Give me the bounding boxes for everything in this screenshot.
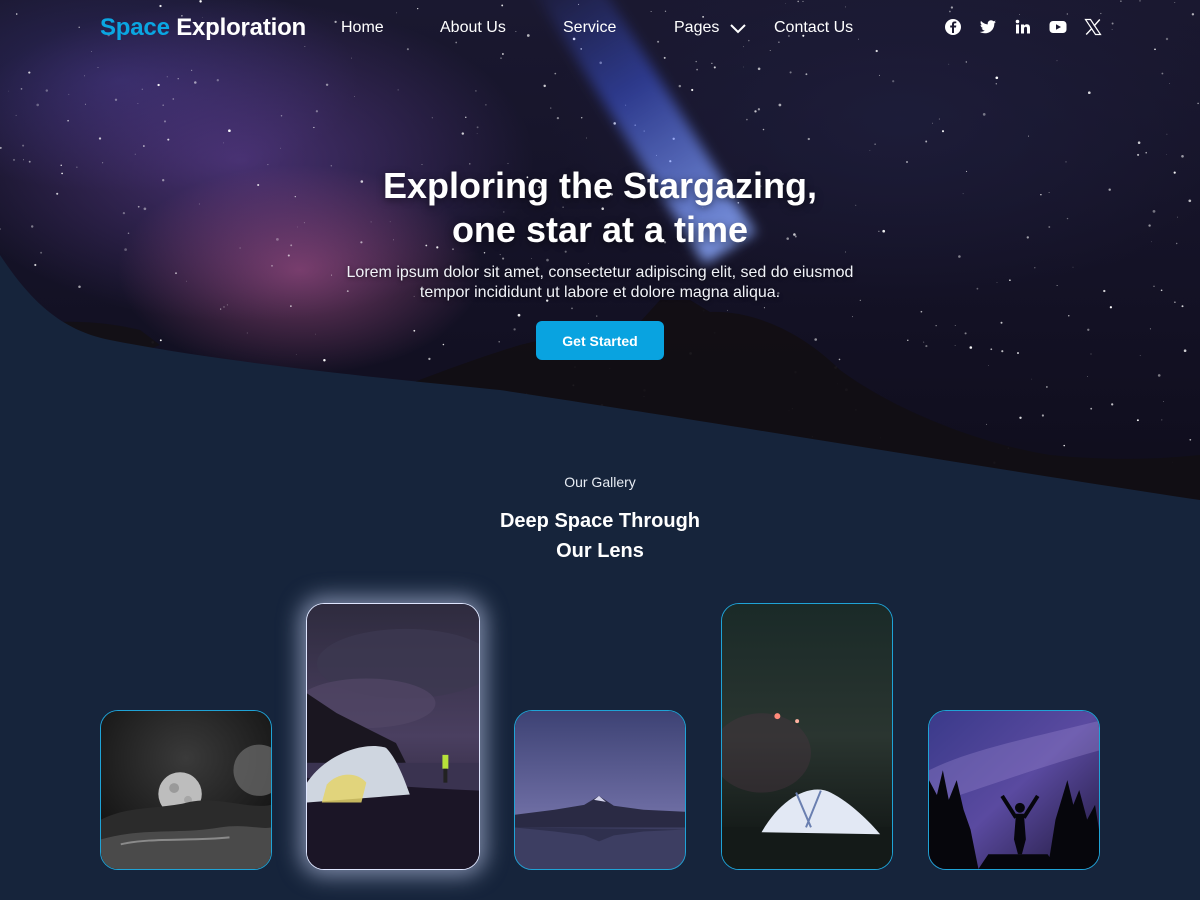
- gallery-card-tent-by-lake[interactable]: [306, 603, 480, 870]
- facebook-icon[interactable]: [944, 18, 962, 36]
- hero-title: Exploring the Stargazing, one star at a …: [300, 164, 900, 252]
- tent-by-lake-photo: [307, 604, 479, 869]
- nav-link-service[interactable]: Service: [563, 19, 616, 37]
- person-under-milky-way-photo: [929, 711, 1099, 869]
- gallery-title-line-1: Deep Space Through: [499, 510, 701, 532]
- gallery-card-moon-landscape[interactable]: [100, 710, 272, 870]
- nav-link-contact-us[interactable]: Contact Us: [774, 19, 853, 37]
- site-logo[interactable]: Space Exploration: [100, 14, 306, 42]
- gallery-eyebrow: Our Gallery: [564, 474, 636, 490]
- twitter-icon[interactable]: [979, 18, 997, 36]
- gallery-title: Deep Space Through Our Lens: [450, 506, 750, 566]
- gallery-card-person-under-milky-way[interactable]: [928, 710, 1100, 870]
- hero-subtitle: Lorem ipsum dolor sit amet, consectetur …: [300, 263, 900, 303]
- hero-title-line-2: one star at a time: [451, 209, 749, 250]
- mountain-lake-dusk-photo: [515, 711, 685, 869]
- x-icon[interactable]: [1084, 18, 1102, 36]
- youtube-icon[interactable]: [1049, 18, 1067, 36]
- nav-link-pages[interactable]: Pages: [674, 19, 719, 37]
- linkedin-icon[interactable]: [1014, 18, 1032, 36]
- chevron-down-icon[interactable]: [729, 22, 747, 36]
- get-started-button[interactable]: Get Started: [536, 321, 664, 360]
- hero-subtitle-line-1: Lorem ipsum dolor sit amet, consectetur …: [346, 264, 854, 281]
- logo-accent-text: Space: [100, 14, 170, 41]
- top-navigation: Space Exploration Home About Us Service …: [0, 0, 1200, 56]
- moon-landscape-photo: [101, 711, 271, 869]
- nav-link-about-us[interactable]: About Us: [440, 19, 506, 37]
- gallery-card-mountain-lake[interactable]: [514, 710, 686, 870]
- gallery-card-tent-under-stars[interactable]: [721, 603, 893, 870]
- hero-subtitle-line-2: tempor incididunt ut labore et dolore ma…: [419, 284, 781, 301]
- gallery-title-line-2: Our Lens: [556, 540, 644, 562]
- tent-under-stars-photo: [722, 604, 892, 869]
- hero-title-line-1: Exploring the Stargazing,: [382, 165, 818, 206]
- logo-main-text: Exploration: [176, 14, 306, 41]
- nav-link-home[interactable]: Home: [341, 19, 384, 37]
